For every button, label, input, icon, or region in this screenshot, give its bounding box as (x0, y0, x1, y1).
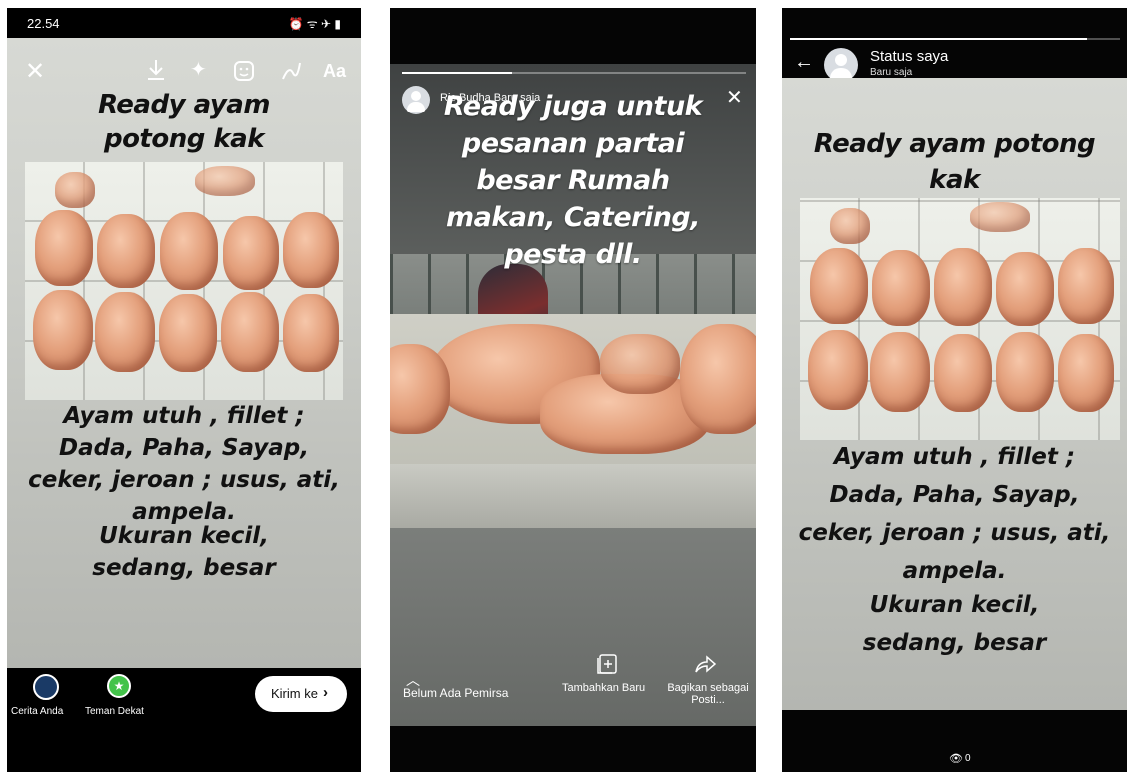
text-tool-button[interactable]: Aa (323, 62, 346, 80)
share-label[interactable]: Bagikan sebagai Posti... (666, 682, 750, 706)
status-icons: ⏰ ᯤ ✈ ▮ (288, 17, 341, 31)
story-progress-fill (402, 72, 513, 74)
back-arrow-icon[interactable]: ← (794, 52, 814, 72)
send-button[interactable]: Kirim ke › (255, 676, 347, 712)
download-icon[interactable] (145, 58, 167, 82)
story-headline: Ready ayam potong kak (813, 129, 1096, 195)
eye-icon[interactable]: 👁 (949, 752, 963, 765)
share-icon[interactable] (692, 652, 718, 676)
status-time: 22.54 (27, 16, 60, 31)
story-body-sizes: Ukuran kecil, sedang, besar (92, 523, 276, 581)
bottom-bar: 👁 0 (782, 710, 1127, 772)
status-title: Status saya (870, 48, 949, 65)
share-bar: Cerita Anda ★ Teman Dekat Kirim ke › (7, 668, 361, 772)
add-new-label[interactable]: Tambahkan Baru (562, 682, 645, 694)
view-count[interactable]: 0 (965, 753, 971, 764)
chicken-photo (800, 198, 1120, 440)
status-bar: 22.54 ⏰ ᯤ ✈ ▮ (7, 8, 361, 38)
phone-status-viewer: ← Status saya Baru saja Ready ayam poton… (782, 8, 1127, 772)
story-body-parts: Ayam utuh , fillet ; Dada, Paha, Sayap, … (28, 403, 340, 525)
status-progress (790, 38, 1120, 40)
story-progress (402, 72, 746, 74)
story-body-sizes: Ukuran kecil, sedang, besar (862, 592, 1047, 656)
send-button-label: Kirim ke (271, 686, 318, 701)
status-subtitle: Baru saja (870, 67, 913, 78)
close-friends-icon[interactable]: ★ (107, 674, 131, 698)
chicken-photo (390, 314, 756, 528)
add-icon[interactable] (594, 652, 620, 676)
draw-icon[interactable] (279, 59, 303, 83)
story-body-parts: Ayam utuh , fillet ; Dada, Paha, Sayap, … (798, 444, 1111, 584)
chicken-photo (25, 162, 343, 400)
sparkle-icon[interactable]: ✦ (190, 60, 207, 80)
avatar-icon[interactable] (824, 48, 858, 82)
phone-story-viewer: Ric Budha Baru saja ✕ Ready juga untuk p… (390, 8, 756, 772)
close-icon[interactable]: ✕ (25, 60, 45, 84)
your-story-avatar[interactable] (33, 674, 59, 700)
story-text: Ready juga untuk pesanan partai besar Ru… (443, 91, 703, 270)
your-story-label[interactable]: Cerita Anda (11, 706, 63, 717)
close-friends-label[interactable]: Teman Dekat (85, 706, 144, 717)
story-headline: Ready ayam potong kak (98, 90, 270, 154)
sticker-icon[interactable] (232, 59, 256, 83)
chevron-right-icon: › (323, 684, 328, 701)
phone-story-editor: 22.54 ⏰ ᯤ ✈ ▮ ✕ ✦ Aa Ready ayam potong k… (7, 8, 361, 772)
viewers-label[interactable]: Belum Ada Pemirsa (403, 686, 508, 700)
status-progress-fill (790, 38, 1087, 40)
